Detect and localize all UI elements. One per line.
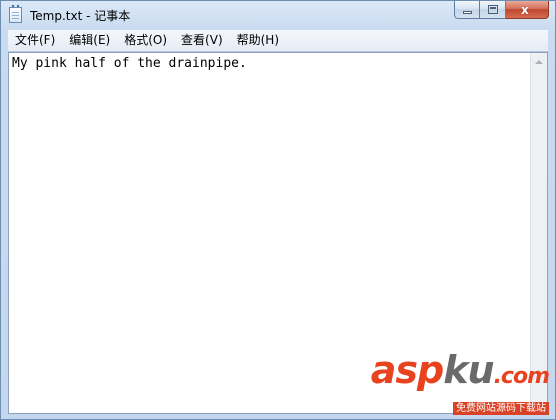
watermark-logo-suffix: ku [443,348,494,392]
watermark: aspku.com 免费网站源码下载站 [370,348,550,415]
notepad-icon[interactable] [9,5,22,23]
watermark-logo: aspku.com [370,348,550,396]
notepad-window: Temp.txt - 记事本 x 文件(F) 编辑(E) 格式(O) 查看(V)… [0,0,556,420]
document-text[interactable]: My pink half of the drainpipe. [12,56,524,72]
maximize-icon [488,5,498,14]
scroll-up-button[interactable] [531,53,547,70]
close-button[interactable]: x [506,1,549,19]
scroll-up-arrow-icon [535,59,543,64]
watermark-logo-prefix: asp [370,348,444,392]
menu-help[interactable]: 帮助(H) [230,30,286,51]
menu-view[interactable]: 查看(V) [174,30,230,51]
title-bar[interactable]: Temp.txt - 记事本 x [1,1,555,30]
maximize-button[interactable] [480,1,506,19]
close-icon: x [521,3,529,17]
watermark-logo-tld: .com [493,364,550,389]
caption-buttons: x [454,1,549,20]
minimize-icon [463,11,472,14]
minimize-button[interactable] [454,1,480,19]
menu-file[interactable]: 文件(F) [8,30,62,51]
menu-format[interactable]: 格式(O) [117,30,174,51]
window-title: Temp.txt - 记事本 [30,9,131,23]
menu-edit[interactable]: 编辑(E) [62,30,117,51]
menu-bar: 文件(F) 编辑(E) 格式(O) 查看(V) 帮助(H) [8,30,548,52]
watermark-tagline: 免费网站源码下载站 [453,402,549,415]
